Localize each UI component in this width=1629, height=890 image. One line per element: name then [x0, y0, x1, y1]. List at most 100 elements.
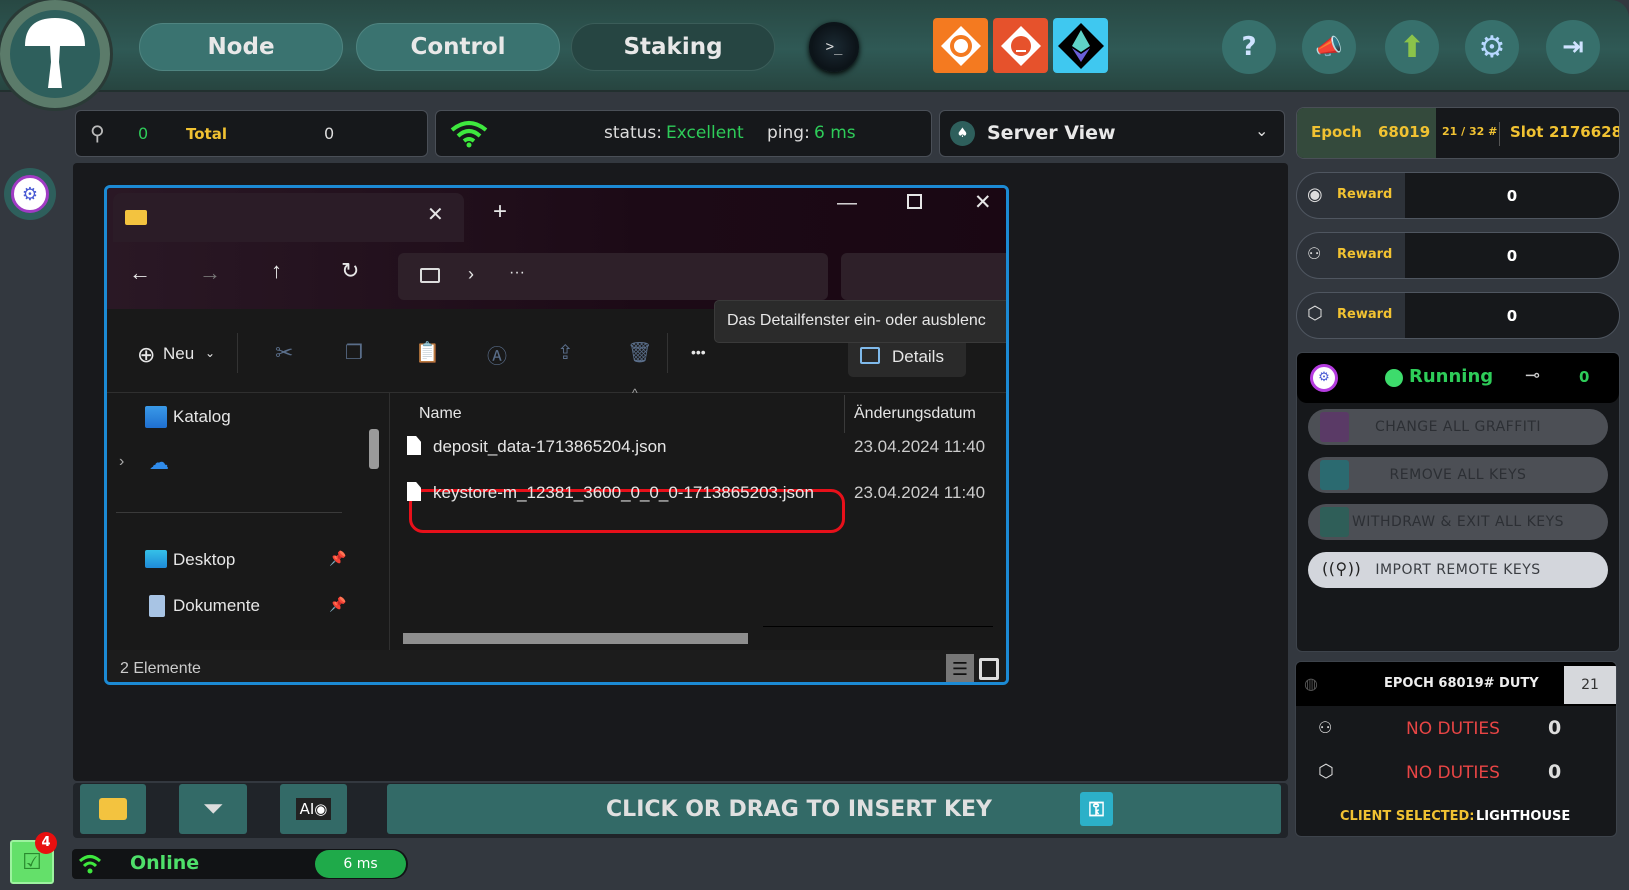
nav-staking[interactable]: Staking — [571, 23, 775, 71]
reward-label: Reward — [1337, 187, 1393, 202]
reward-value: 0 — [1405, 293, 1619, 338]
slot-value: 2176628 — [1549, 123, 1620, 141]
announcement-icon[interactable]: 📣 — [1302, 20, 1356, 74]
insert-key-label: CLICK OR DRAG TO INSERT KEY — [606, 796, 992, 822]
sidebar-validator-button[interactable]: ⚙ — [4, 168, 56, 220]
new-plus-icon[interactable]: ⊕ — [137, 342, 155, 368]
ai-eye-icon: AI◉ — [295, 798, 332, 820]
back-icon[interactable]: ← — [129, 260, 151, 286]
file-name[interactable]: deposit_data-1713865204.json — [433, 437, 666, 457]
grafana-icon[interactable] — [933, 18, 988, 73]
details-pane-icon — [860, 347, 880, 364]
reward-attestation: ◉ Reward 0 — [1296, 172, 1620, 219]
rename-icon[interactable]: Ⓐ — [487, 340, 507, 369]
new-tab-icon[interactable]: + — [493, 198, 507, 226]
mushroom-icon: ♠ — [950, 121, 975, 146]
ai-view-button[interactable]: AI◉ — [280, 784, 347, 834]
withdraw-exit-all-keys-button[interactable]: WITHDRAW & EXIT ALL KEYS — [1308, 504, 1608, 540]
chevron-down-icon: ⌄ — [205, 346, 216, 360]
total-label: Total — [186, 125, 227, 143]
withdraw-icon — [1320, 507, 1349, 537]
duty-slot: 21 — [1564, 666, 1616, 704]
terminal-icon[interactable]: >_ — [809, 22, 859, 72]
remove-all-keys-button[interactable]: REMOVE ALL KEYS — [1308, 457, 1608, 493]
validator-panel: ⚙ Running ⊸ 0 — [1296, 352, 1620, 652]
address-bar[interactable] — [398, 253, 828, 300]
committee-icon: ⚇ — [1307, 244, 1322, 263]
onedrive-icon[interactable]: ☁ — [149, 450, 169, 475]
total-value: 0 — [324, 124, 335, 143]
paste-icon[interactable]: 📋 — [415, 340, 440, 365]
reward-label: Reward — [1337, 307, 1393, 322]
tooltip: Das Detailfenster ein- oder ausblenc — [714, 300, 1006, 343]
maximize-icon[interactable] — [907, 194, 922, 209]
new-button[interactable]: Neu — [163, 344, 194, 364]
app-logo[interactable] — [0, 0, 110, 108]
nav-scrollbar[interactable] — [369, 429, 379, 469]
update-icon[interactable]: ⬆ — [1385, 20, 1439, 74]
expand-chevron-icon[interactable]: › — [119, 453, 124, 471]
item-count: 2 Elemente — [120, 660, 201, 677]
search-box[interactable] — [841, 253, 1006, 300]
server-view-label: Server View — [987, 122, 1116, 144]
column-header-name[interactable]: Name — [419, 405, 462, 423]
breadcrumb-more[interactable]: ··· — [509, 264, 525, 282]
forward-icon[interactable]: → — [199, 260, 221, 286]
settings-icon[interactable]: ⚙ — [1465, 20, 1519, 74]
validator-status: Running — [1409, 366, 1494, 387]
up-icon[interactable]: ↑ — [271, 258, 282, 284]
reward-label: Reward — [1337, 247, 1393, 262]
filter-button[interactable]: ⏷ — [179, 784, 247, 834]
nav-item-desktop[interactable]: Desktop — [173, 550, 235, 570]
tab-close-icon[interactable]: ✕ — [427, 202, 444, 227]
details-button[interactable]: Details — [848, 338, 966, 377]
more-options-button[interactable]: ••• — [691, 344, 706, 360]
prometheus-icon[interactable] — [993, 18, 1048, 73]
remove-key-icon — [1320, 460, 1349, 490]
share-icon[interactable]: ⇪ — [557, 340, 574, 365]
file-name[interactable]: keystore-m_12381_3600_0_0_0-1713865203.j… — [433, 483, 814, 503]
delete-icon[interactable]: 🗑 — [627, 340, 652, 365]
refresh-icon[interactable]: ↻ — [341, 258, 359, 284]
folder-icon — [125, 210, 147, 225]
nav-item-katalog[interactable]: Katalog — [173, 407, 231, 427]
copy-icon[interactable]: ❐ — [345, 340, 363, 365]
file-date: 23.04.2024 11:40 — [854, 483, 986, 502]
file-icon — [407, 436, 421, 455]
details-view-icon[interactable]: ☰ — [946, 654, 974, 682]
column-header-date[interactable]: Änderungsdatum — [854, 405, 976, 423]
insert-key-button[interactable]: CLICK OR DRAG TO INSERT KEY ⚿ — [387, 784, 1281, 834]
tiles-view-icon[interactable] — [979, 658, 999, 680]
running-status-dot — [1385, 369, 1403, 387]
pin-icon[interactable]: 📌 — [329, 550, 346, 567]
eye-icon: ◉ — [1307, 184, 1323, 205]
cube-icon: ⬡ — [1318, 761, 1334, 782]
minimize-icon[interactable]: — — [837, 192, 857, 215]
key-import-icon: ⚿ — [1080, 792, 1113, 826]
ethereum-icon[interactable] — [1053, 18, 1108, 73]
status-value: Excellent — [666, 123, 744, 143]
window-close-icon[interactable]: ✕ — [974, 190, 992, 215]
help-icon[interactable]: ? — [1222, 20, 1276, 74]
explorer-tab[interactable] — [113, 193, 464, 242]
horizontal-scrollbar[interactable] — [403, 633, 748, 644]
gallery-icon — [145, 406, 167, 428]
committee-icon: ⚇ — [1318, 718, 1333, 737]
ping-pill: 6 ms — [315, 850, 406, 878]
logout-icon[interactable]: ⇥ — [1546, 20, 1600, 74]
ping-value: 6 ms — [814, 123, 856, 143]
pin-icon[interactable]: 📌 — [329, 596, 346, 613]
duty-count: 0 — [1548, 761, 1562, 783]
mushroom-logo-icon — [25, 18, 85, 88]
change-all-graffiti-button[interactable]: CHANGE ALL GRAFFITI — [1308, 409, 1608, 445]
import-remote-keys-button[interactable]: ((⚲)) IMPORT REMOTE KEYS — [1308, 552, 1608, 588]
server-view-select[interactable]: ♠ Server View ⌄ — [939, 110, 1285, 157]
nav-item-dokumente[interactable]: Dokumente — [173, 596, 260, 616]
online-status-bar: Online 6 ms — [72, 849, 408, 879]
open-folder-button[interactable] — [80, 784, 146, 834]
key-count: 0 — [138, 124, 149, 143]
cut-icon[interactable]: ✂ — [275, 340, 293, 366]
nav-control[interactable]: Control — [356, 23, 560, 71]
validator-avatar-icon: ⚙ — [1310, 364, 1338, 392]
nav-node[interactable]: Node — [139, 23, 343, 71]
